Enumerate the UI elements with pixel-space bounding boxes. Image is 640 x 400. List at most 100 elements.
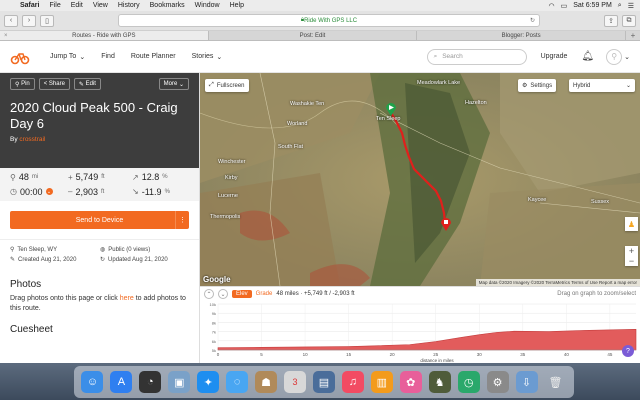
tab-label: Post: Edit (299, 32, 326, 39)
zoom-out-button[interactable]: − (629, 256, 634, 266)
new-tab-icon[interactable]: + (626, 31, 640, 40)
nav-label: Route Planner (130, 53, 176, 60)
elevation-area (217, 328, 637, 351)
upgrade-link[interactable]: Upgrade (541, 53, 568, 60)
tab-blogger[interactable]: Blogger: Posts (417, 31, 627, 40)
search-input[interactable]: ⌕ Search (426, 48, 527, 65)
system-preferences-icon[interactable]: ⚙ (486, 371, 509, 393)
stat-min-grade: ↘ -11.9% (132, 187, 189, 197)
address-text: Ride With GPS LLC (304, 17, 358, 24)
user-menu[interactable]: ⚲ ⌄ (606, 48, 630, 65)
dashboard-icon[interactable]: ◔ (139, 371, 162, 393)
wifi-icon[interactable]: ◠ (549, 2, 555, 10)
more-button[interactable]: More ⌄ (158, 78, 189, 90)
fullscreen-button[interactable]: ⤢ Fullscreen (205, 79, 249, 92)
kebab-menu-icon[interactable]: ⋮ (175, 211, 189, 229)
menu-window[interactable]: Window (195, 2, 220, 9)
menu-edit[interactable]: Edit (71, 2, 83, 9)
music-icon[interactable]: ♫ (341, 371, 364, 393)
map-attribution[interactable]: Map data ©2020 Imagery ©2020 TerraMetric… (475, 279, 640, 286)
back-button[interactable]: ‹ (4, 14, 18, 27)
map-type-select[interactable]: Hybrid ⌄ (569, 79, 635, 92)
app-store-icon[interactable]: A (110, 371, 133, 393)
nav-stories[interactable]: Stories ⌄ (192, 53, 223, 61)
author-link[interactable]: crosstrail (19, 136, 45, 143)
photo-booth-icon[interactable]: ▤ (312, 371, 335, 393)
contacts-icon[interactable]: ☗ (255, 371, 278, 393)
zoom-in-button[interactable]: + (629, 246, 634, 256)
menu-app[interactable]: Safari (20, 2, 39, 9)
x-tick-label: 0 (217, 352, 220, 357)
share-button[interactable]: < Share (38, 78, 70, 90)
collapse-up-icon[interactable]: ⌃ (204, 289, 214, 299)
avatar: ⚲ (606, 48, 623, 65)
nav-jump-to[interactable]: Jump To ⌄ (50, 53, 85, 61)
elevation-chart[interactable]: 10k9k8k7k6k5k0 5 10 15 20 25 30 35 40 45distance … (200, 301, 640, 363)
chevron-down-icon: ⌄ (624, 53, 630, 61)
sidebar-button[interactable]: ▯ (40, 14, 54, 27)
nav-find[interactable]: Find (101, 53, 115, 60)
rwgps-logo[interactable] (10, 49, 30, 65)
safari-icon[interactable]: ✦ (197, 371, 220, 393)
menu-help[interactable]: Help (230, 2, 244, 9)
tab-routes[interactable]: × Routes - Ride with GPS (0, 31, 209, 40)
finder-icon[interactable]: ☺ (81, 371, 104, 393)
x-tick-label: 10 (303, 352, 309, 357)
place-label: Winchester (218, 159, 246, 165)
battery-icon[interactable]: ▭ (561, 2, 568, 10)
books-icon[interactable]: ▥ (370, 371, 393, 393)
edit-button[interactable]: ✎ Edit (73, 78, 101, 90)
end-marker-icon[interactable] (440, 217, 452, 231)
y-tick-label: 7k (212, 330, 216, 335)
menu-history[interactable]: History (118, 2, 140, 9)
tab-bar: × Routes - Ride with GPS Post: Edit Blogg… (0, 31, 640, 41)
messages-icon[interactable]: ◌ (226, 371, 249, 393)
stat-value: 5,749 (75, 172, 99, 183)
pin-button[interactable]: ⚲ Pin (10, 78, 35, 90)
y-tick-label: 5k (212, 348, 216, 353)
trash-icon[interactable]: 🗑︎ (544, 371, 566, 393)
chess-icon[interactable]: ♞ (428, 371, 451, 393)
meta-updated: ↻ Updated Aug 21, 2020 (100, 256, 189, 264)
button-label: Send to Device (75, 216, 124, 224)
start-marker-icon[interactable] (385, 102, 397, 116)
nav-route-planner[interactable]: Route Planner (131, 53, 176, 60)
share-button[interactable]: ⇪ (604, 14, 618, 27)
chevron-down-icon: ⌄ (79, 53, 86, 61)
address-bar[interactable]: 🔒︎ Ride With GPS LLC ↻ (118, 14, 540, 27)
menubar-clock[interactable]: Sat 6:59 PM (573, 2, 612, 9)
place-label: Kaycee (528, 197, 547, 203)
bell-icon[interactable]: 🔔︎ (581, 51, 594, 62)
downloads-icon[interactable]: ⇩ (515, 371, 538, 393)
street-view-icon[interactable]: ♟ (625, 217, 638, 231)
time-edit-icon[interactable]: ⌄ (45, 188, 53, 196)
calendar-icon[interactable]: 3 (284, 371, 307, 393)
route-map[interactable]: ⤢ Fullscreen ⚙ Settings Hybrid ⌄ Meadowlark… (200, 73, 640, 286)
preview-icon[interactable]: ▣ (168, 371, 191, 393)
expand-down-icon[interactable]: ⌄ (218, 289, 228, 299)
time-machine-icon[interactable]: ◷ (457, 371, 480, 393)
x-tick-label: 40 (564, 352, 570, 357)
y-tick-label: 8k (212, 320, 216, 325)
photos-icon[interactable]: ✿ (399, 371, 422, 393)
arrow-down-right-icon: ↘ (132, 187, 139, 197)
photos-upload-link[interactable]: here (120, 295, 134, 302)
search-icon[interactable]: ⌕ (618, 2, 622, 10)
forward-button[interactable]: › (22, 14, 36, 27)
route-stats: ⚲ 48 mi +5,749 ft ↗ 12.8% ◷ 00:00 ⌄ –2,903 ft ↘… (0, 168, 199, 201)
elev-toggle[interactable]: Elev (232, 290, 252, 298)
menu-file[interactable]: File (49, 2, 60, 9)
send-to-device-button[interactable]: Send to Device ⋮ (10, 211, 189, 229)
control-center-icon[interactable]: ☰ (628, 2, 634, 10)
menu-bookmarks[interactable]: Bookmarks (150, 2, 185, 9)
grade-toggle[interactable]: Grade (256, 291, 273, 297)
menu-view[interactable]: View (93, 2, 108, 9)
reload-icon[interactable]: ↻ (530, 17, 535, 24)
tabs-overview-button[interactable]: ⧉ (622, 14, 636, 27)
place-label: Lucerne (218, 193, 238, 199)
minus-icon: – (68, 187, 73, 197)
close-tab-icon[interactable]: × (4, 33, 8, 39)
help-icon[interactable]: ? (622, 345, 634, 357)
tab-post-edit[interactable]: Post: Edit (209, 31, 418, 40)
map-settings-button[interactable]: ⚙ Settings (518, 79, 557, 92)
